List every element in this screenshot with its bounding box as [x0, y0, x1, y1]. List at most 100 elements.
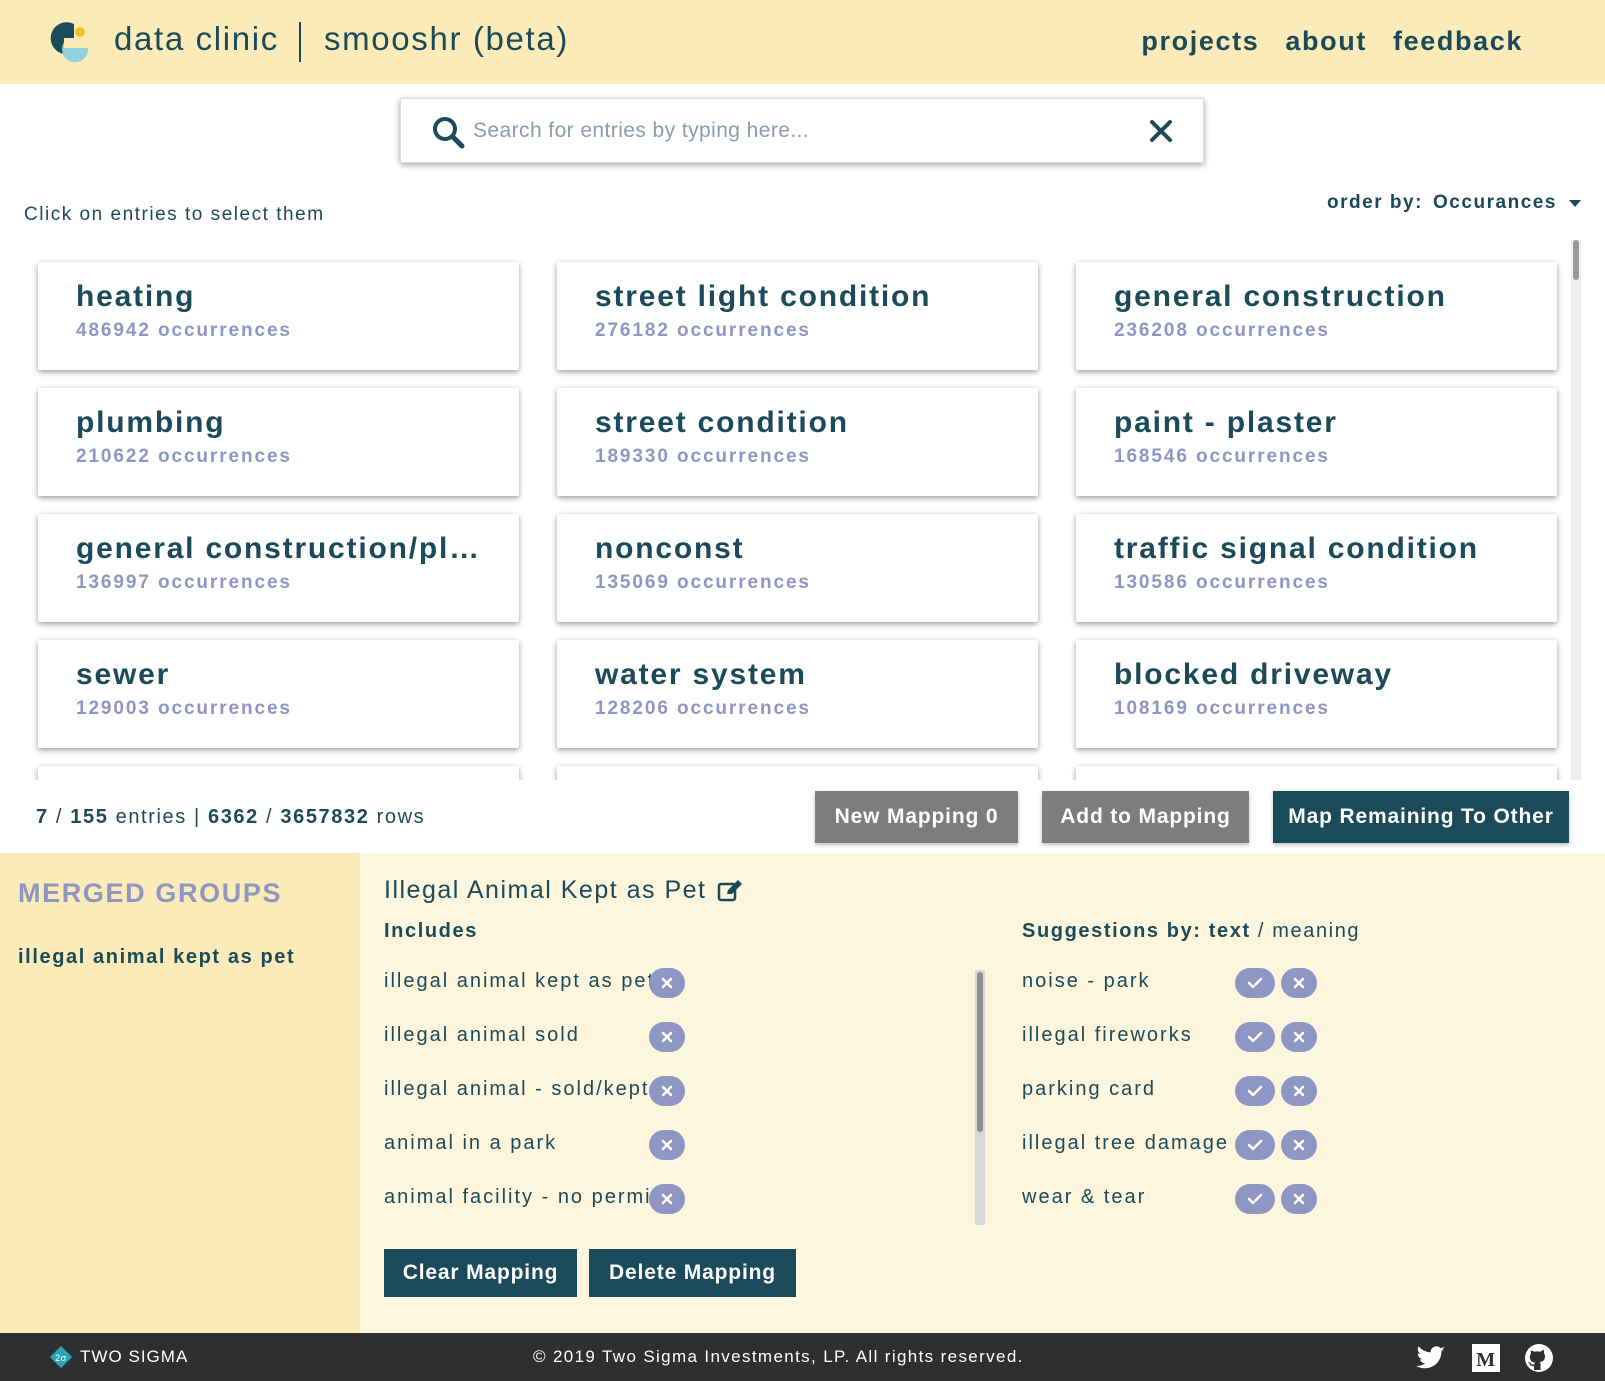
suggestion-entry: noise - park — [1022, 970, 1151, 992]
header: data clinic smooshr (beta) projects abou… — [0, 0, 1605, 84]
entry-card-partial[interactable] — [1076, 766, 1557, 780]
brand-divider — [299, 22, 301, 62]
merged-group-item[interactable]: illegal animal kept as pet — [18, 946, 295, 969]
entry-card-partial[interactable] — [38, 766, 519, 780]
remove-include-button[interactable] — [649, 1076, 685, 1106]
merged-groups-panel — [0, 853, 360, 1333]
accept-suggestion-button[interactable] — [1235, 1022, 1275, 1052]
footer: 2σ TWO SIGMA © 2019 Two Sigma Investment… — [0, 1333, 1605, 1381]
reject-suggestion-button[interactable] — [1281, 968, 1317, 998]
order-by-select[interactable]: Occurances — [1433, 192, 1557, 214]
entry-name: street condition — [595, 406, 849, 439]
check-icon — [1247, 977, 1263, 989]
two-sigma-logo[interactable]: 2σ — [50, 1346, 72, 1368]
check-icon — [1247, 1031, 1263, 1043]
accept-suggestion-button[interactable] — [1235, 968, 1275, 998]
medium-icon[interactable]: M — [1470, 1343, 1502, 1373]
accept-suggestion-button[interactable] — [1235, 1184, 1275, 1214]
entry-card[interactable]: sewer 129003 occurrences — [38, 640, 519, 748]
nav-projects[interactable]: projects — [1141, 26, 1259, 57]
mapping-name: Illegal Animal Kept as Pet — [384, 876, 707, 904]
entries-grid: heating 486942 occurrences street light … — [24, 240, 1572, 780]
close-icon — [1293, 1085, 1305, 1097]
remove-include-button[interactable] — [649, 1022, 685, 1052]
search-input[interactable] — [473, 113, 1113, 149]
add-to-mapping-button[interactable]: Add to Mapping — [1042, 791, 1249, 843]
entry-card[interactable]: paint - plaster 168546 occurrences — [1076, 388, 1557, 496]
nav-about[interactable]: about — [1285, 26, 1367, 57]
two-sigma-name[interactable]: TWO SIGMA — [80, 1347, 188, 1367]
entry-name: street light condition — [595, 280, 932, 313]
entry-name: paint - plaster — [1114, 406, 1338, 439]
search-icon — [433, 117, 465, 149]
included-entry: illegal animal kept as pet — [384, 970, 656, 992]
reject-suggestion-button[interactable] — [1281, 1022, 1317, 1052]
entry-card[interactable]: general construction 236208 occurrences — [1076, 262, 1557, 370]
entry-count: 210622 occurrences — [76, 446, 292, 467]
check-icon — [1247, 1193, 1263, 1205]
entry-name: general construction/plum... — [76, 532, 486, 565]
github-icon[interactable] — [1523, 1343, 1555, 1373]
rows-word: rows — [376, 806, 426, 828]
entry-card-partial[interactable] — [557, 766, 1038, 780]
entry-count: 128206 occurrences — [595, 698, 811, 719]
included-entry: animal in a park — [384, 1132, 558, 1154]
clear-search-icon[interactable] — [1147, 117, 1175, 145]
data-clinic-logo[interactable] — [44, 18, 92, 66]
nav-feedback[interactable]: feedback — [1393, 26, 1523, 57]
entry-card[interactable]: traffic signal condition 130586 occurren… — [1076, 514, 1557, 622]
delete-mapping-button[interactable]: Delete Mapping — [589, 1249, 796, 1297]
entry-card[interactable]: street light condition 276182 occurrence… — [557, 262, 1038, 370]
select-hint: Click on entries to select them — [24, 204, 325, 225]
close-icon — [1293, 1139, 1305, 1151]
total-entries-count: 155 — [70, 806, 109, 828]
entries-scrollbar-thumb[interactable] — [1573, 240, 1579, 280]
reject-suggestion-button[interactable] — [1281, 1184, 1317, 1214]
clear-mapping-button[interactable]: Clear Mapping — [384, 1249, 577, 1297]
reject-suggestion-button[interactable] — [1281, 1130, 1317, 1160]
check-icon — [1247, 1085, 1263, 1097]
chevron-down-icon[interactable] — [1569, 199, 1581, 207]
remove-include-button[interactable] — [649, 1130, 685, 1160]
new-mapping-button[interactable]: New Mapping 0 — [815, 791, 1018, 843]
entry-count: 129003 occurrences — [76, 698, 292, 719]
includes-scrollbar-thumb[interactable] — [977, 972, 983, 1132]
accept-suggestion-button[interactable] — [1235, 1130, 1275, 1160]
entry-count: 168546 occurrences — [1114, 446, 1330, 467]
order-by-label: order by: — [1326, 192, 1423, 213]
entry-card[interactable]: plumbing 210622 occurrences — [38, 388, 519, 496]
entry-count: 189330 occurrences — [595, 446, 811, 467]
entry-count: 236208 occurrences — [1114, 320, 1330, 341]
included-entry: illegal animal - sold/kept — [384, 1078, 650, 1100]
suggestions-mode-meaning[interactable]: meaning — [1272, 920, 1360, 942]
entries-word: entries — [115, 806, 187, 828]
entry-card[interactable]: blocked driveway 108169 occurrences — [1076, 640, 1557, 748]
entry-name: traffic signal condition — [1114, 532, 1479, 565]
product-name: smooshr (beta) — [324, 20, 570, 57]
close-icon — [661, 1139, 673, 1151]
reject-suggestion-button[interactable] — [1281, 1076, 1317, 1106]
brand-name[interactable]: data clinic — [114, 20, 279, 58]
close-icon — [1293, 1031, 1305, 1043]
entries-scrollbar[interactable] — [1571, 240, 1581, 780]
entry-card[interactable]: general construction/plum... 136997 occu… — [38, 514, 519, 622]
search-box — [400, 98, 1204, 163]
order-by-control[interactable]: order by: Occurances — [1327, 192, 1581, 214]
remove-include-button[interactable] — [649, 968, 685, 998]
map-remaining-button[interactable]: Map Remaining To Other — [1273, 791, 1569, 843]
suggestion-entry: parking card — [1022, 1078, 1157, 1100]
twitter-icon[interactable] — [1415, 1343, 1447, 1373]
entry-name: nonconst — [595, 532, 745, 565]
suggestion-entry: illegal fireworks — [1022, 1024, 1193, 1046]
entry-card[interactable]: heating 486942 occurrences — [38, 262, 519, 370]
entry-name: plumbing — [76, 406, 226, 439]
accept-suggestion-button[interactable] — [1235, 1076, 1275, 1106]
entry-card[interactable]: water system 128206 occurrences — [557, 640, 1038, 748]
copyright-text: © 2019 Two Sigma Investments, LP. All ri… — [533, 1347, 1024, 1366]
suggestions-mode-text[interactable]: text — [1209, 920, 1251, 942]
edit-icon[interactable] — [717, 879, 743, 903]
entry-card[interactable]: street condition 189330 occurrences — [557, 388, 1038, 496]
remove-include-button[interactable] — [649, 1184, 685, 1214]
mapping-title: Illegal Animal Kept as Pet — [384, 876, 743, 905]
entry-card[interactable]: nonconst 135069 occurrences — [557, 514, 1038, 622]
